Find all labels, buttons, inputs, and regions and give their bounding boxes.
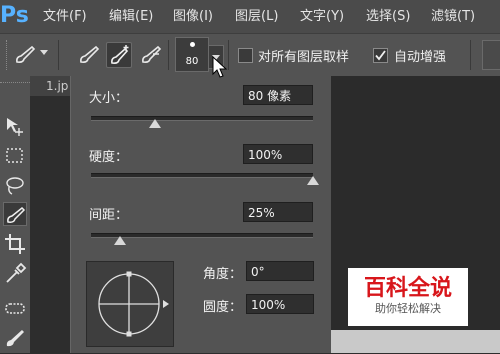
hardness-label: 硬度： (89, 150, 129, 165)
mouse-cursor-icon (212, 55, 228, 84)
crop-icon[interactable] (3, 232, 27, 256)
healing-icon[interactable] (3, 296, 27, 320)
spacing-field[interactable]: 25% (243, 202, 313, 222)
brush-picker-panel: 大小： 80 像素 硬度： 100% 间距： 25% 角度： 0° 圆度： 10… (70, 76, 332, 353)
watermark-subtitle: 助你轻松解决 (375, 302, 441, 315)
options-grip[interactable] (0, 40, 7, 70)
separator (228, 40, 229, 70)
auto-enhance-checkbox[interactable] (373, 48, 388, 63)
canvas-image-strip (331, 330, 500, 353)
move-tool-icon[interactable] (3, 114, 27, 138)
app-logo: Ps (0, 3, 29, 28)
hardness-field[interactable]: 100% (243, 144, 313, 164)
menu-select[interactable]: 选择(S) (366, 0, 410, 33)
eyedropper-icon[interactable] (3, 262, 27, 286)
brush-size-readout: 80 (185, 56, 199, 67)
menu-edit[interactable]: 编辑(E) (109, 0, 153, 33)
quick-selection-icon[interactable] (3, 202, 27, 226)
roundness-field[interactable]: 100% (246, 294, 314, 314)
document-tab[interactable]: 1.jp (30, 76, 70, 96)
brush-icon[interactable] (138, 42, 164, 68)
menu-layer[interactable]: 图层(L) (235, 0, 278, 33)
tools-grip[interactable] (0, 76, 30, 83)
chevron-down-icon[interactable] (40, 50, 48, 55)
watermark-title: 百科全说 (363, 276, 452, 301)
size-label: 大小： (89, 91, 129, 106)
roundness-label: 圆度： (203, 300, 243, 315)
brush-icon[interactable] (3, 326, 27, 350)
menu-file[interactable]: 文件(F) (43, 0, 87, 33)
brush-preset-picker[interactable]: 80 (175, 37, 209, 72)
angle-field[interactable]: 0° (246, 261, 314, 281)
spacing-label: 间距： (89, 208, 129, 223)
spacing-slider-thumb[interactable] (113, 236, 126, 245)
menu-type[interactable]: 文字(Y) (300, 0, 344, 33)
marquee-icon[interactable] (3, 144, 27, 168)
brush-icon[interactable] (76, 42, 102, 68)
sample-all-layers-label: 对所有图层取样 (258, 50, 350, 65)
separator (470, 40, 471, 70)
menu-image[interactable]: 图像(I) (173, 0, 213, 33)
checkmark-icon (375, 50, 386, 61)
menu-bar: Ps 文件(F) 编辑(E) 图像(I) 图层(L) 文字(Y) 选择(S) 滤… (0, 0, 500, 33)
separator (58, 40, 59, 70)
hardness-slider-track[interactable] (91, 173, 313, 178)
quick-selection-icon[interactable] (106, 42, 132, 68)
options-bar: 80 对所有图层取样 自动增强 (0, 33, 500, 77)
size-field[interactable]: 80 像素 (243, 85, 313, 105)
size-slider-thumb[interactable] (149, 119, 162, 128)
size-slider-track[interactable] (91, 116, 313, 121)
separator (168, 40, 169, 70)
brush-icon[interactable] (12, 42, 38, 68)
sample-all-layers-checkbox[interactable] (238, 48, 253, 63)
brush-angle-icon (98, 271, 169, 337)
watermark: 百科全说 助你轻松解决 (348, 268, 468, 326)
refine-edge-button[interactable] (482, 40, 500, 70)
menu-filter[interactable]: 滤镜(T) (431, 0, 475, 33)
brush-tip-icon (190, 42, 195, 47)
lasso-icon[interactable] (3, 174, 27, 198)
tools-panel (0, 76, 30, 353)
angle-roundness-widget[interactable] (86, 261, 174, 347)
hardness-slider-thumb[interactable] (307, 176, 319, 185)
angle-label: 角度： (203, 267, 243, 282)
auto-enhance-label: 自动增强 (394, 50, 447, 65)
